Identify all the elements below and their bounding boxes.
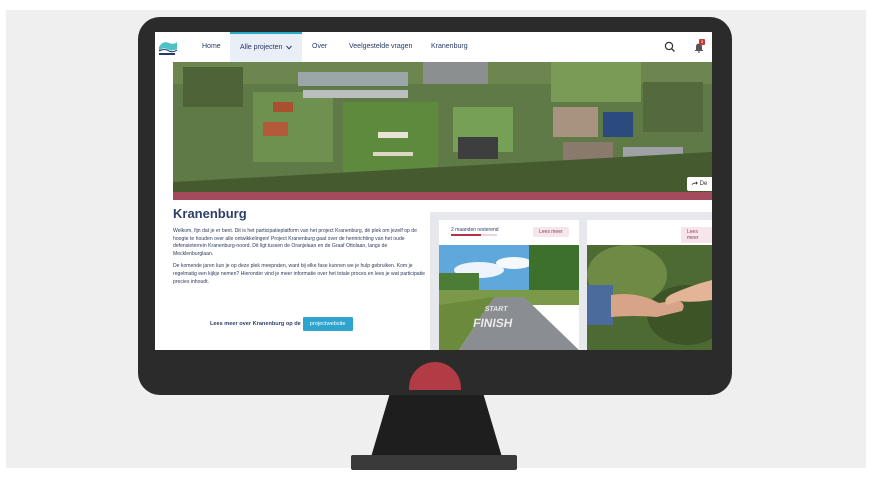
handshake-image [587,245,712,350]
start-finish-road-image: START FINISH [439,245,579,350]
card-progress-bar [451,234,497,236]
nav-home[interactable]: Home [202,32,221,62]
search-icon[interactable] [663,40,677,54]
share-label: De [699,181,708,187]
card-progress-fill [451,234,481,236]
chevron-down-icon [286,45,293,50]
card-header: Lees meer [587,220,712,245]
nav-about[interactable]: Over [312,32,327,62]
svg-text:START: START [484,306,509,313]
nav-all-projects-label: Alle projecten [240,44,283,51]
svg-text:FINISH: FINISH [472,316,514,330]
nav-faq[interactable]: Veelgestelde vragen [349,32,412,62]
share-arrow-icon [691,181,698,186]
project-website-button[interactable]: projectwebsite [302,317,353,331]
monitor-stand-base [351,455,517,470]
kranenburg-logo-icon[interactable] [157,37,179,57]
hero-aerial-image [173,62,712,192]
monitor-stand-neck [371,395,502,457]
top-navigation: Home Alle projecten Over Veelgestelde vr… [155,32,712,62]
page-title: Kranenburg [173,206,247,221]
intro-section: Kranenburg Welkom, fijn dat je er bent. … [173,206,425,291]
share-button[interactable]: De [687,177,712,191]
hero-accent-strip [173,192,712,200]
card-status: 2 maanden resterend [451,227,499,233]
read-more-button[interactable]: Lees meer [533,227,569,237]
project-card-1[interactable]: 2 maanden resterend Lees meer START FINI… [439,220,579,350]
project-website-cta: Lees meer over Kranenburg op de projectw… [210,317,353,331]
intro-paragraph-1: Welkom, fijn dat je er bent. Dit is het … [173,228,417,257]
project-card-2[interactable]: Lees meer [587,220,712,350]
cta-text: Lees meer over Kranenburg op de [210,321,301,327]
intro-paragraph-2: De komende jaren kun je op deze plek mee… [173,263,425,285]
aerial-photo-illustration [173,62,712,192]
card-header: 2 maanden resterend Lees meer [439,220,579,245]
read-more-button[interactable]: Lees meer [681,227,712,243]
notification-badge: 3 [699,39,705,45]
nav-all-projects[interactable]: Alle projecten [230,32,303,62]
nav-kranenburg[interactable]: Kranenburg [431,32,468,62]
website-screen: Home Alle projecten Over Veelgestelde vr… [155,32,712,350]
